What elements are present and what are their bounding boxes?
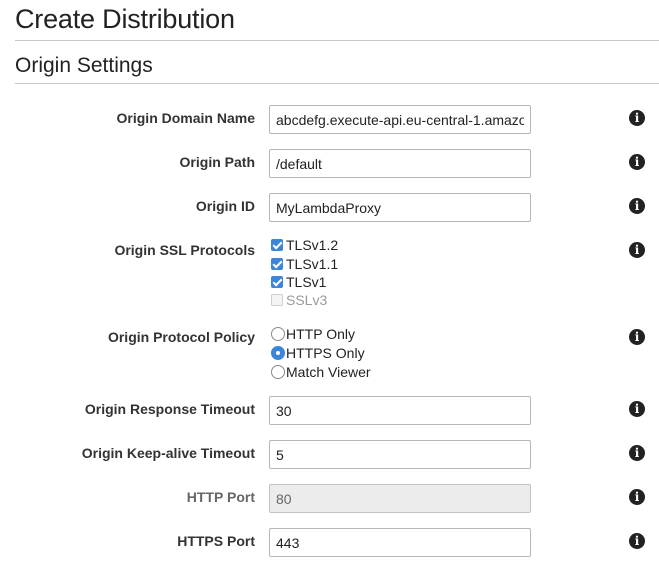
origin-path-label: Origin Path — [179, 154, 255, 170]
sslv3-checkbox — [271, 294, 283, 306]
sslv3-label: SSLv3 — [286, 292, 328, 308]
origin-ssl-protocols-label: Origin SSL Protocols — [114, 242, 255, 258]
info-icon[interactable]: i — [629, 110, 645, 126]
https-port-input[interactable] — [269, 528, 531, 557]
https-port-label: HTTPS Port — [177, 533, 255, 549]
title-divider — [15, 40, 659, 41]
match-viewer-label: Match Viewer — [286, 364, 371, 380]
origin-domain-name-input[interactable] — [269, 105, 531, 134]
tlsv1-1-checkbox[interactable] — [271, 258, 283, 270]
info-icon[interactable]: i — [629, 401, 645, 417]
tlsv1-2-checkbox[interactable] — [271, 239, 283, 251]
info-icon[interactable]: i — [629, 329, 645, 345]
origin-id-input[interactable] — [269, 193, 531, 222]
origin-response-timeout-label: Origin Response Timeout — [84, 401, 255, 417]
origin-path-input[interactable] — [269, 149, 531, 178]
origin-domain-name-label: Origin Domain Name — [116, 110, 255, 126]
origin-response-timeout-input[interactable] — [269, 396, 531, 425]
info-icon[interactable]: i — [629, 445, 645, 461]
tlsv1-1-label: TLSv1.1 — [286, 256, 339, 272]
info-icon[interactable]: i — [629, 489, 645, 505]
page-title: Create Distribution — [15, 4, 235, 34]
http-port-label: HTTP Port — [186, 489, 255, 505]
tlsv1-checkbox[interactable] — [271, 276, 283, 288]
origin-keepalive-timeout-input[interactable] — [269, 440, 531, 469]
info-icon[interactable]: i — [629, 533, 645, 549]
info-icon[interactable]: i — [629, 198, 645, 214]
origin-keepalive-timeout-label: Origin Keep-alive Timeout — [81, 445, 255, 461]
http-port-input — [269, 484, 531, 513]
tlsv1-label: TLSv1 — [286, 274, 327, 290]
https-only-label: HTTPS Only — [286, 345, 365, 361]
section-title: Origin Settings — [15, 54, 153, 77]
http-only-label: HTTP Only — [286, 326, 355, 342]
tlsv1-2-label: TLSv1.2 — [286, 237, 339, 253]
https-only-radio[interactable] — [271, 346, 285, 360]
match-viewer-radio[interactable] — [271, 365, 285, 379]
origin-protocol-policy-label: Origin Protocol Policy — [107, 329, 255, 345]
http-only-radio[interactable] — [271, 327, 285, 341]
info-icon[interactable]: i — [629, 154, 645, 170]
section-divider — [15, 83, 659, 84]
info-icon[interactable]: i — [629, 242, 645, 258]
origin-id-label: Origin ID — [195, 198, 255, 214]
